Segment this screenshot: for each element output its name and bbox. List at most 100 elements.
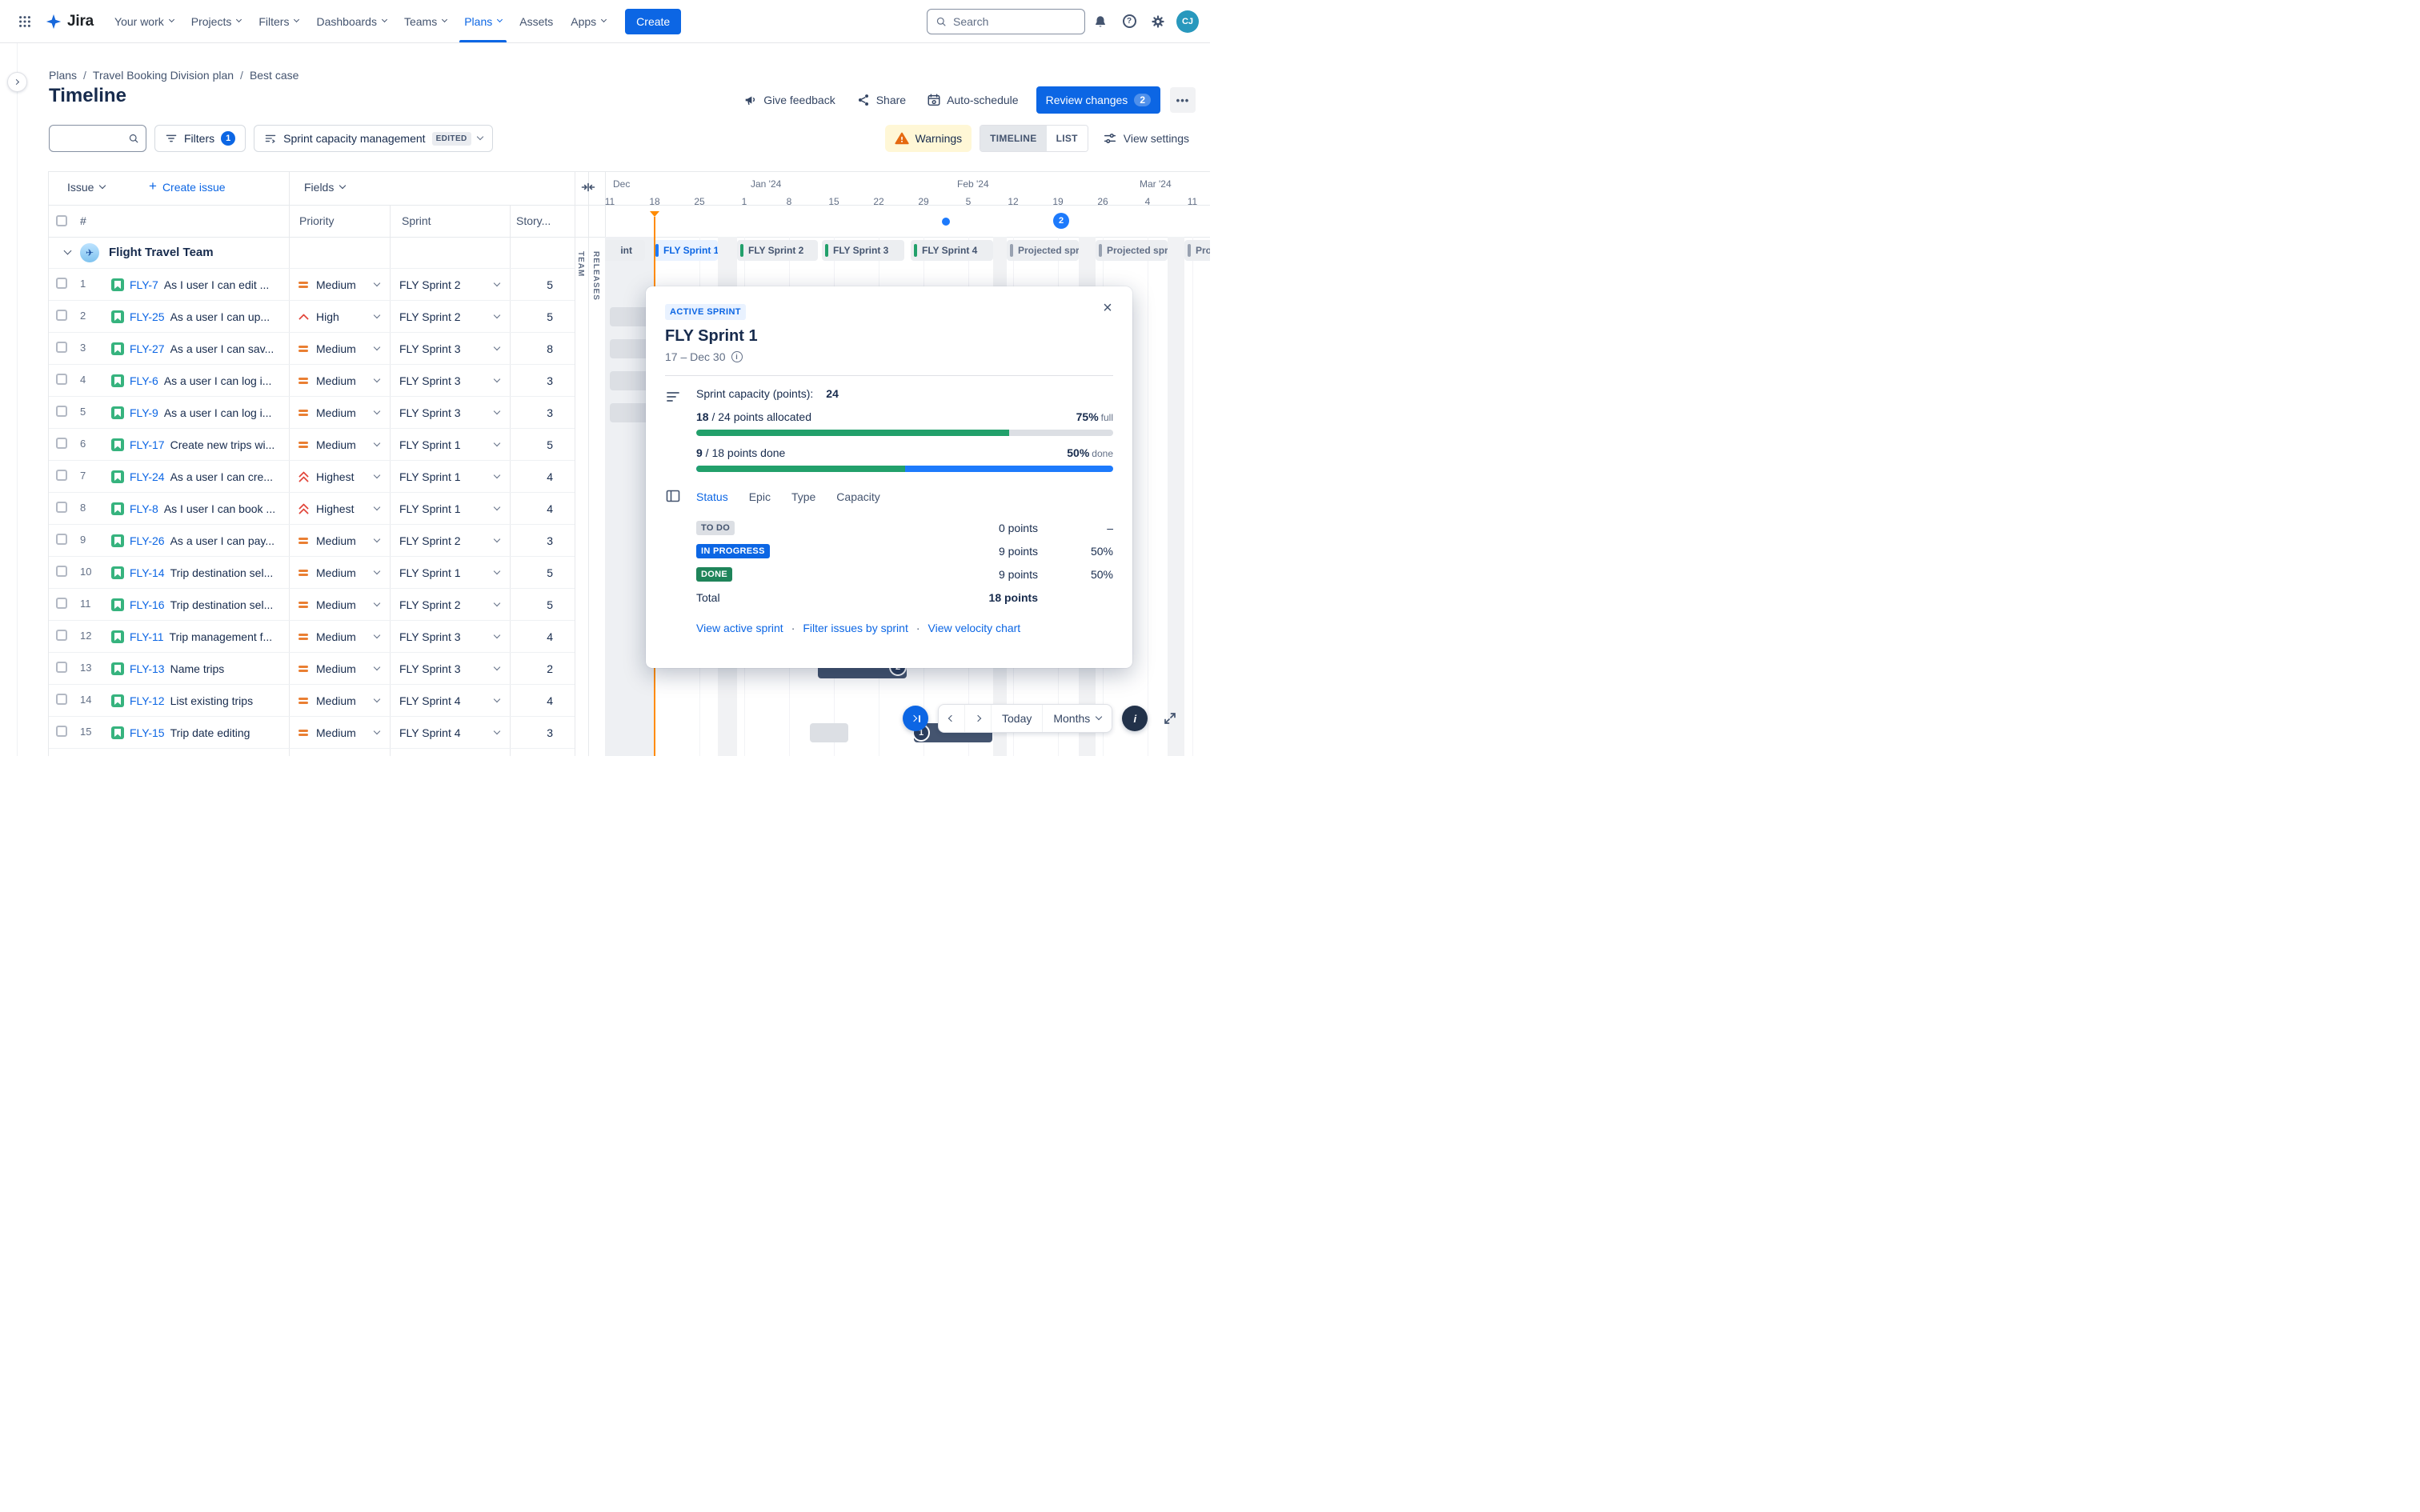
saved-view-dropdown[interactable]: Sprint capacity management EDITED [254, 125, 493, 152]
sprint-dropdown[interactable]: FLY Sprint 1 [390, 557, 511, 589]
issue-key-link[interactable]: FLY-26 [130, 534, 165, 547]
row-checkbox[interactable] [56, 566, 67, 577]
sprint-chip[interactable]: Projected spr... [1007, 240, 1079, 261]
sprint-dropdown[interactable]: FLY Sprint 2 [390, 301, 511, 333]
issue-key-link[interactable]: FLY-27 [130, 342, 165, 355]
auto-schedule-button[interactable]: Auto-schedule [919, 87, 1027, 113]
issue-key-link[interactable]: FLY-11 [130, 630, 164, 643]
sprint-chip[interactable]: Projected spr... [1096, 240, 1168, 261]
list-view-toggle[interactable]: LIST [1046, 126, 1088, 151]
priority-dropdown[interactable]: Medium [289, 333, 391, 365]
global-search[interactable] [927, 8, 1085, 34]
release-milestone-badge[interactable]: 2 [1053, 213, 1069, 229]
row-checkbox[interactable] [56, 662, 67, 673]
notifications-button[interactable] [1087, 9, 1114, 34]
nav-item-plans[interactable]: Plans [456, 8, 510, 42]
sprint-dropdown[interactable]: FLY Sprint 1 [390, 461, 511, 493]
sprint-dropdown[interactable]: FLY Sprint 1 [390, 429, 511, 461]
issue-key-link[interactable]: FLY-15 [130, 726, 165, 739]
priority-dropdown[interactable]: Medium [289, 653, 391, 685]
sprint-dropdown[interactable]: FLY Sprint 3 [390, 397, 511, 429]
review-changes-button[interactable]: Review changes 2 [1036, 86, 1160, 114]
tab-status[interactable]: Status [696, 489, 728, 505]
plan-search-input[interactable] [56, 132, 129, 145]
priority-dropdown[interactable]: Medium [289, 557, 391, 589]
scroll-left-button[interactable] [939, 705, 964, 732]
nav-item-dashboards[interactable]: Dashboards [308, 8, 395, 35]
expand-sidebar-button[interactable] [7, 72, 27, 92]
row-checkbox[interactable] [56, 630, 67, 641]
priority-dropdown[interactable]: Medium [289, 365, 391, 397]
priority-dropdown[interactable]: Medium [289, 717, 391, 749]
priority-dropdown[interactable]: Medium [289, 269, 391, 301]
tab-epic[interactable]: Epic [749, 489, 771, 505]
priority-dropdown[interactable]: Medium [289, 525, 391, 557]
help-button[interactable]: ? [1116, 9, 1143, 34]
sprint-chip[interactable]: FLY Sprint 4 [911, 240, 993, 261]
user-avatar[interactable]: CJ [1176, 10, 1199, 33]
app-switcher-button[interactable] [11, 9, 38, 34]
breadcrumb-item[interactable]: Travel Booking Division plan [93, 69, 234, 82]
team-strip-label[interactable]: TEAM [576, 251, 585, 277]
sprint-dropdown[interactable]: FLY Sprint 2 [390, 589, 511, 621]
info-icon[interactable]: i [731, 351, 743, 362]
sprint-dropdown[interactable]: FLY Sprint 4 [390, 685, 511, 717]
tab-type[interactable]: Type [791, 489, 815, 505]
issue-key-link[interactable]: FLY-8 [130, 502, 158, 515]
filters-button[interactable]: Filters 1 [154, 125, 246, 152]
share-button[interactable]: Share [848, 87, 914, 113]
create-button[interactable]: Create [625, 8, 682, 34]
priority-dropdown[interactable]: Medium [289, 429, 391, 461]
priority-dropdown[interactable]: Medium [289, 397, 391, 429]
scroll-right-button[interactable] [964, 705, 991, 732]
nav-item-apps[interactable]: Apps [563, 8, 614, 35]
today-button[interactable]: Today [991, 705, 1042, 732]
priority-dropdown[interactable]: Medium [289, 621, 391, 653]
issue-key-link[interactable]: FLY-14 [130, 566, 165, 579]
row-checkbox[interactable] [56, 278, 67, 289]
tab-capacity[interactable]: Capacity [836, 489, 879, 505]
sprint-chip[interactable]: FLY Sprint 1 [652, 240, 718, 261]
priority-dropdown[interactable]: Medium [289, 685, 391, 717]
sprint-dropdown[interactable]: FLY Sprint 1 [390, 493, 511, 525]
sprint-chip[interactable]: FLY Sprint 3 [822, 240, 904, 261]
collapse-group-icon[interactable] [63, 246, 72, 255]
issue-key-link[interactable]: FLY-24 [130, 470, 165, 483]
row-checkbox[interactable] [56, 342, 67, 353]
settings-button[interactable] [1144, 9, 1172, 34]
sprint-dropdown[interactable]: FLY Sprint 3 [390, 333, 511, 365]
plan-search[interactable] [49, 125, 146, 152]
priority-dropdown[interactable]: High [289, 301, 391, 333]
sprint-dropdown[interactable]: FLY Sprint 2 [390, 525, 511, 557]
issue-key-link[interactable]: FLY-12 [130, 694, 165, 707]
sprint-dropdown[interactable]: FLY Sprint 4 [390, 717, 511, 749]
row-checkbox[interactable] [56, 726, 67, 737]
popup-link[interactable]: View active sprint [696, 622, 783, 634]
issue-key-link[interactable]: FLY-16 [130, 598, 165, 611]
issue-column-dropdown[interactable]: Issue [67, 181, 106, 194]
sprint-dropdown[interactable]: FLY Sprint 3 [390, 653, 511, 685]
sprint-chip[interactable]: int [605, 240, 645, 261]
nav-item-assets[interactable]: Assets [511, 8, 561, 35]
fullscreen-button[interactable] [1157, 706, 1183, 731]
releases-strip-label[interactable]: RELEASES [591, 251, 600, 301]
timeline-view-toggle[interactable]: TIMELINE [980, 126, 1047, 151]
sprint-dropdown[interactable]: FLY Sprint 3 [390, 621, 511, 653]
issue-key-link[interactable]: FLY-17 [130, 438, 165, 451]
zoom-level-dropdown[interactable]: Months [1042, 705, 1112, 732]
row-checkbox[interactable] [56, 694, 67, 705]
close-icon[interactable]: × [1096, 296, 1120, 320]
priority-dropdown[interactable]: Medium [289, 589, 391, 621]
popup-link[interactable]: Filter issues by sprint [803, 622, 908, 634]
issue-key-link[interactable]: FLY-9 [130, 406, 158, 419]
row-checkbox[interactable] [56, 438, 67, 449]
row-checkbox[interactable] [56, 598, 67, 609]
select-all-checkbox[interactable] [56, 215, 67, 226]
issue-key-link[interactable]: FLY-25 [130, 310, 165, 323]
row-checkbox[interactable] [56, 470, 67, 481]
nav-item-your-work[interactable]: Your work [106, 8, 182, 35]
popup-link[interactable]: View velocity chart [928, 622, 1021, 634]
row-checkbox[interactable] [56, 534, 67, 545]
collapse-columns-button[interactable] [581, 180, 595, 197]
nav-item-filters[interactable]: Filters [250, 8, 307, 35]
